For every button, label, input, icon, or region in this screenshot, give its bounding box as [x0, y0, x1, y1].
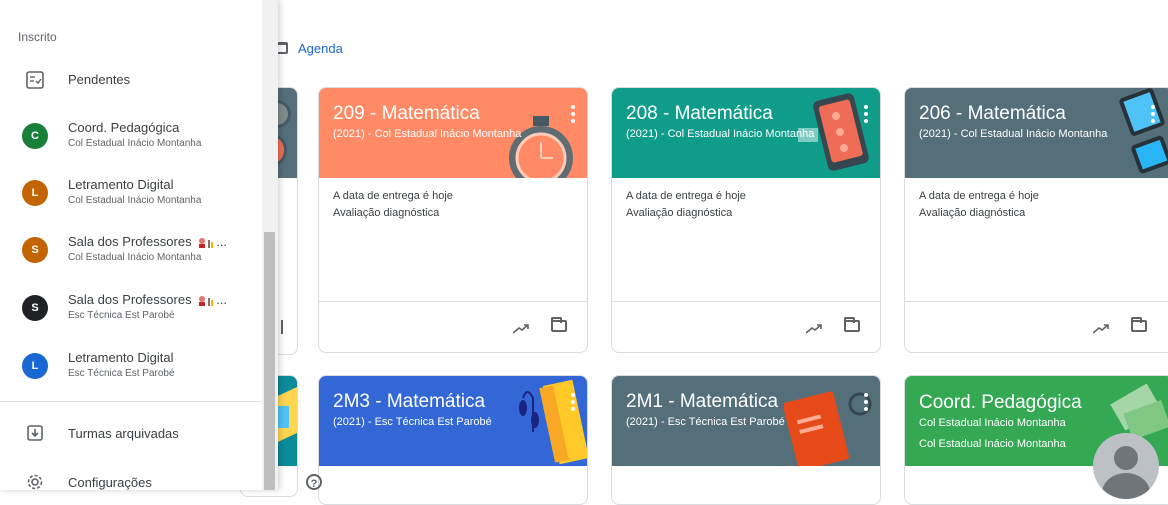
folder-icon[interactable] [844, 317, 860, 332]
class-name: Sala dos Professores [68, 292, 192, 307]
class-avatar: C [22, 123, 48, 149]
class-title[interactable]: 2M3 - Matemática [333, 391, 573, 413]
drawer-item-archived[interactable]: Turmas arquivadas [0, 420, 262, 448]
class-school: Esc Técnica Est Parobé [68, 310, 175, 321]
pending-list-icon [26, 71, 44, 89]
more-options-icon[interactable] [1151, 105, 1155, 126]
gear-icon [27, 474, 43, 490]
help-icon[interactable]: ? [306, 474, 322, 490]
class-avatar: S [22, 237, 48, 263]
assignment-link[interactable]: Avaliação diagnóstica [333, 207, 573, 219]
teacher-emoji-icon [199, 295, 214, 306]
class-card[interactable]: 2M1 - Matemática (2021) - Esc Técnica Es… [611, 375, 881, 505]
class-school: Col Estadual Inácio Montanha [68, 195, 202, 206]
class-title[interactable]: 206 - Matemática [919, 103, 1159, 125]
folder-icon[interactable] [551, 317, 567, 332]
class-card[interactable]: 206 - Matemática (2021) - Col Estadual I… [904, 87, 1168, 353]
class-title[interactable]: 2M1 - Matemática [626, 391, 866, 413]
agenda-label: Agenda [298, 40, 343, 56]
due-text: A data de entrega é hoje [333, 190, 453, 202]
scrollbar-thumb[interactable] [264, 232, 275, 490]
trending-icon[interactable] [806, 324, 822, 334]
class-title[interactable]: Coord. Pedagógica [919, 392, 1159, 414]
drawer-scrollbar[interactable] [262, 0, 278, 490]
class-name: Letramento Digital [68, 350, 174, 365]
name-ellipsis: ... [216, 292, 228, 307]
drawer-item-settings[interactable]: Configurações [0, 469, 262, 490]
class-avatar: L [22, 353, 48, 379]
due-text: A data de entrega é hoje [919, 190, 1039, 202]
class-subtitle: (2021) - Col Estadual Inácio Montanha [919, 128, 1108, 140]
agenda-link[interactable]: Agenda [276, 38, 343, 58]
class-name: Letramento Digital [68, 177, 174, 192]
class-name: Sala dos Professores [68, 234, 192, 249]
drawer-item-class[interactable]: S Sala dos Professores ... Col Estadual … [0, 230, 262, 270]
more-options-icon[interactable] [571, 393, 575, 414]
class-subtitle: (2021) - Esc Técnica Est Parobé [333, 416, 492, 428]
teacher-emoji-icon [199, 237, 214, 248]
class-card[interactable]: 2M3 - Matemática (2021) - Esc Técnica Es… [318, 375, 588, 505]
class-school: Col Estadual Inácio Montanha [68, 138, 202, 149]
class-avatar: S [22, 295, 48, 321]
drawer-divider [0, 401, 262, 402]
class-subtitle: Col Estadual Inácio Montanha [919, 417, 1066, 429]
assignment-link[interactable]: Avaliação diagnóstica [626, 207, 866, 219]
drawer-item-class[interactable]: S Sala dos Professores ... Esc Técnica E… [0, 288, 262, 328]
trending-icon[interactable] [1093, 324, 1109, 334]
section-heading-enrolled: Inscrito [18, 30, 57, 44]
class-subtitle: (2021) - Col Estadual Inácio Montanha [626, 128, 815, 140]
due-text: A data de entrega é hoje [626, 190, 746, 202]
class-card[interactable]: 208 - Matemática (2021) - Col Estadual I… [611, 87, 881, 353]
drawer-item-class[interactable]: C Coord. Pedagógica Col Estadual Inácio … [0, 116, 262, 156]
folder-icon[interactable] [1131, 317, 1147, 332]
class-title[interactable]: 209 - Matemática [333, 103, 573, 125]
class-avatar: L [22, 180, 48, 206]
class-title[interactable]: 208 - Matemática [626, 103, 866, 125]
drawer-item-pending[interactable]: Pendentes [0, 64, 262, 96]
more-options-icon[interactable] [571, 105, 575, 126]
archive-icon [27, 425, 43, 441]
class-school: Col Estadual Inácio Montanha [68, 252, 202, 263]
more-options-icon[interactable] [864, 105, 868, 126]
drawer-item-label: Pendentes [68, 72, 131, 87]
navigation-drawer: Inscrito Pendentes C Coord. Pedagógica C… [0, 0, 278, 490]
drawer-item-class[interactable]: L Letramento Digital Col Estadual Inácio… [0, 173, 262, 213]
name-ellipsis: ... [216, 234, 228, 249]
class-subtitle: (2021) - Esc Técnica Est Parobé [626, 416, 785, 428]
drawer-item-label: Turmas arquivadas [68, 426, 179, 441]
trending-icon[interactable] [513, 324, 529, 334]
class-card[interactable]: 209 - Matemática (2021) - Col Estadual I… [318, 87, 588, 353]
drawer-item-label: Configurações [68, 475, 152, 490]
folder-icon[interactable] [278, 320, 283, 334]
drawer-item-class[interactable]: L Letramento Digital Esc Técnica Est Par… [0, 346, 262, 386]
assignment-link[interactable]: Avaliação diagnóstica [919, 207, 1159, 219]
class-subtitle: (2021) - Col Estadual Inácio Montanha [333, 128, 522, 140]
class-school: Esc Técnica Est Parobé [68, 368, 175, 379]
teacher-avatar [1093, 433, 1159, 499]
more-options-icon[interactable] [864, 393, 868, 414]
class-name: Coord. Pedagógica [68, 120, 180, 135]
